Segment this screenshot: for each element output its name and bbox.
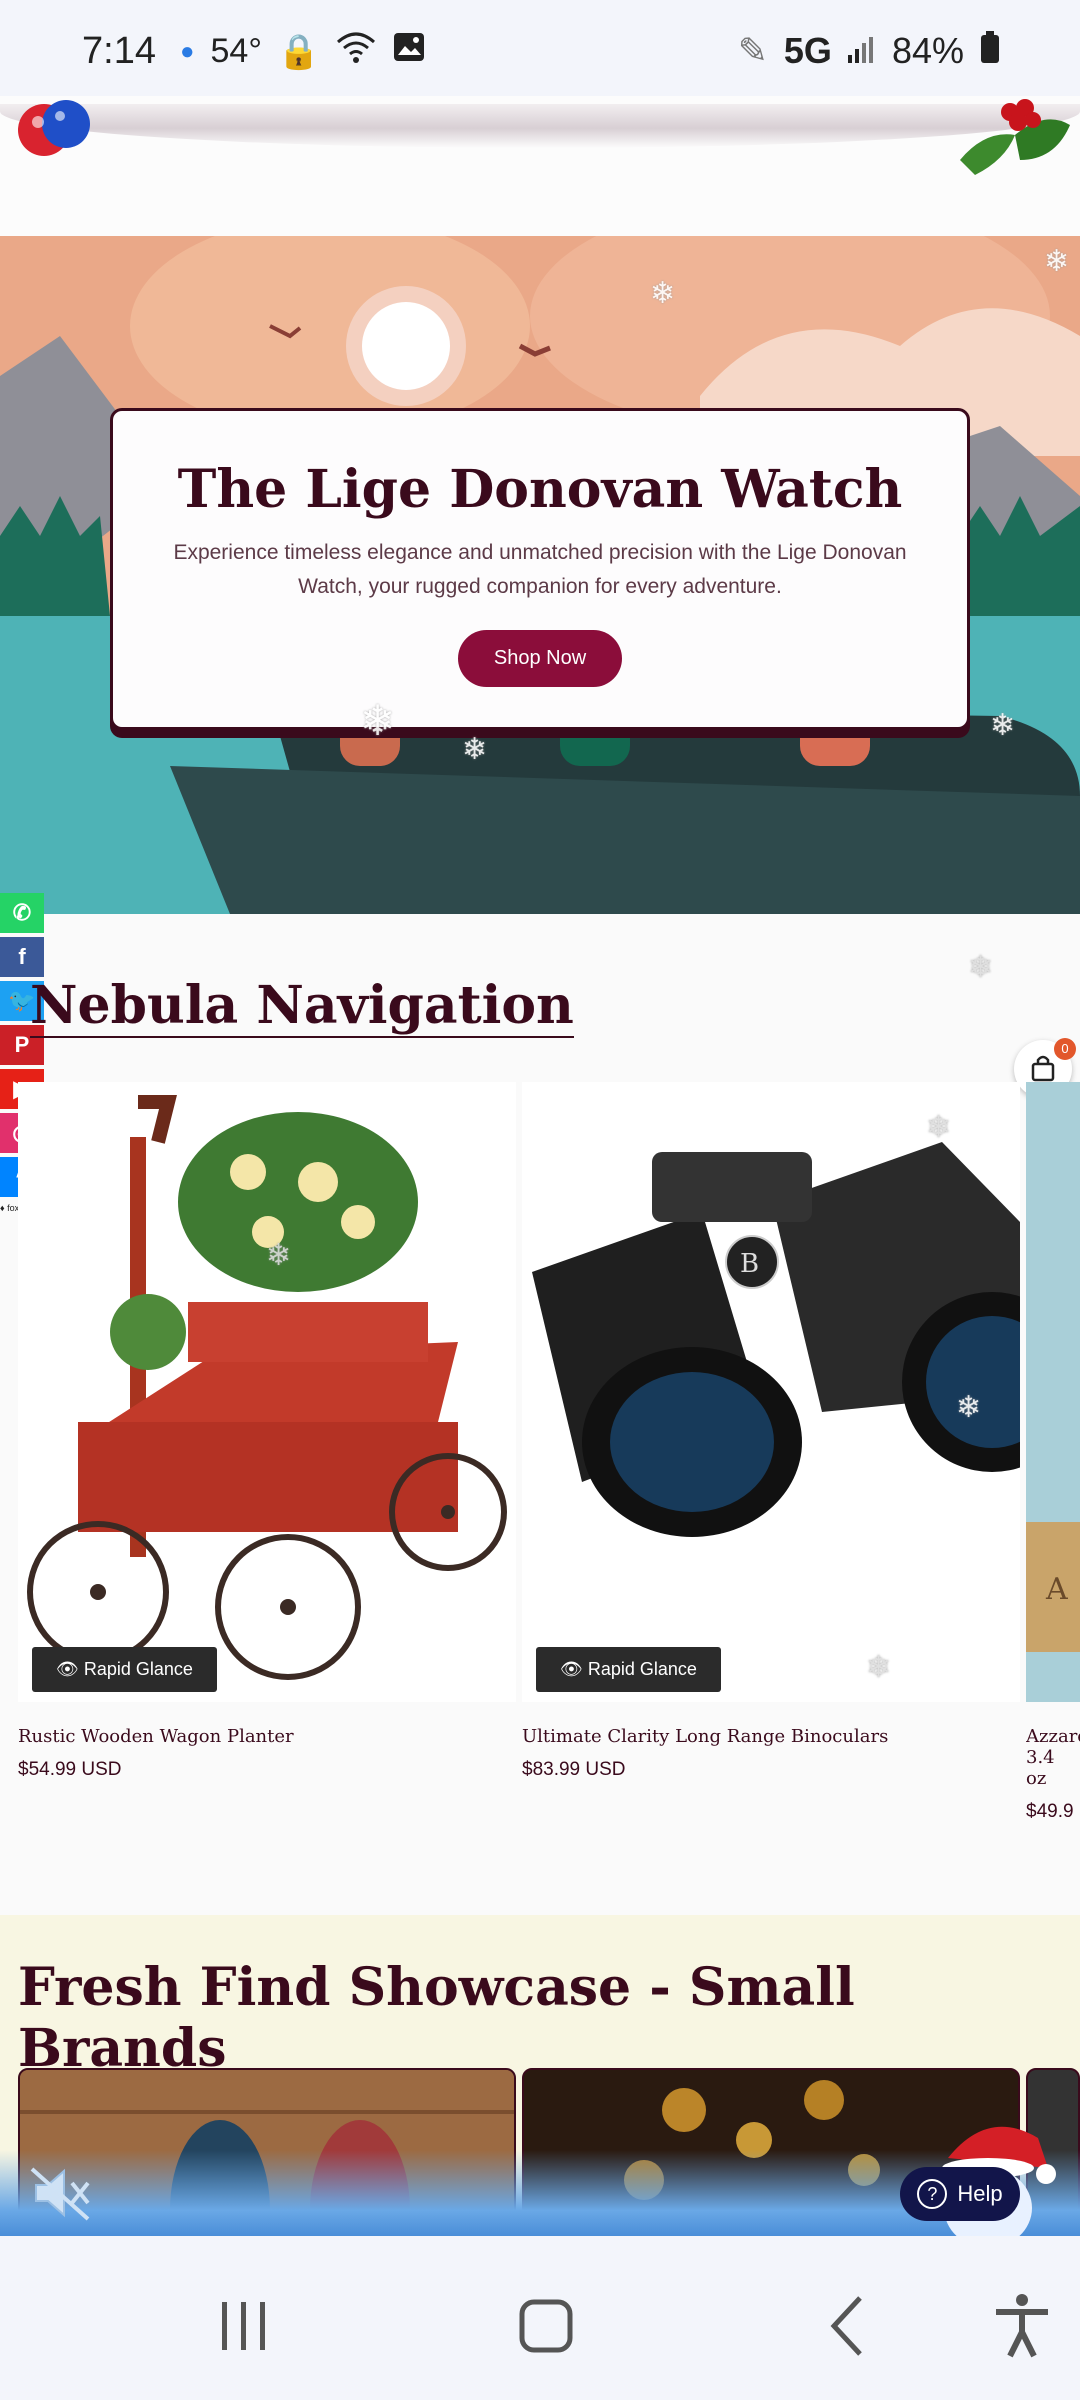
showcase-title: Fresh Find Showcase - Small Brands: [18, 1957, 855, 2079]
recent-apps-icon[interactable]: [204, 2286, 284, 2366]
weather-icon: ●: [180, 37, 195, 65]
snowflake-icon: ❄: [1044, 245, 1070, 278]
product-price: $83.99 USD: [522, 1759, 626, 1780]
snowflake-icon: ❄: [360, 697, 396, 744]
snowflake-icon: ❄: [866, 1651, 892, 1684]
hero-card: The Lige Donovan Watch Experience timele…: [110, 408, 970, 730]
help-button[interactable]: ? Help: [900, 2167, 1020, 2221]
snowflake-icon: ❄: [462, 733, 488, 766]
home-icon[interactable]: [506, 2286, 586, 2366]
product-image[interactable]: B 👁 Rapid Glance: [522, 1082, 1020, 1702]
cart-count-badge: 0: [1054, 1038, 1076, 1060]
wifi-icon: [336, 30, 376, 73]
snowflake-icon: ❄: [650, 277, 676, 310]
snowflake-icon: ❄: [990, 709, 1016, 742]
product-card[interactable]: A Azzaro 3.4 oz $49.9: [1026, 1082, 1080, 1823]
product-name[interactable]: Rustic Wooden Wagon Planter: [18, 1726, 516, 1747]
product-card[interactable]: B 👁 Rapid Glance Ultimate Clarity Long R…: [522, 1082, 1020, 1781]
product-name-line2: 3.4 oz: [1026, 1747, 1055, 1789]
hero-description: Experience timeless elegance and unmatch…: [173, 541, 907, 598]
mute-icon[interactable]: [28, 2165, 94, 2221]
back-icon[interactable]: [808, 2286, 888, 2366]
hero-title: The Lige Donovan Watch: [177, 459, 903, 520]
product-price: $49.9: [1026, 1801, 1074, 1822]
eye-icon: 👁: [56, 1659, 84, 1679]
status-right-icons: ✎ 5G 84%: [738, 30, 1000, 72]
accessibility-icon[interactable]: [982, 2286, 1062, 2366]
perfume-box-letter: A: [1046, 1572, 1068, 1607]
rapid-glance-button[interactable]: 👁 Rapid Glance: [536, 1647, 721, 1692]
product-image[interactable]: 👁 Rapid Glance: [18, 1082, 516, 1702]
lock-icon: 🔒: [277, 32, 321, 71]
question-icon: ?: [917, 2179, 948, 2209]
product-name[interactable]: Azzaro: [1026, 1726, 1080, 1747]
signal-icon: [847, 30, 876, 72]
holly-icon: [960, 99, 1070, 175]
temperature: 54°: [210, 32, 262, 70]
network-label: 5G: [783, 30, 832, 71]
whatsapp-icon[interactable]: ✆: [0, 893, 44, 933]
product-name[interactable]: Ultimate Clarity Long Range Binoculars: [522, 1726, 1020, 1747]
eye-icon: 👁: [560, 1659, 588, 1679]
rapid-glance-button[interactable]: 👁 Rapid Glance: [32, 1647, 217, 1692]
ornament-icon: [18, 100, 90, 156]
snowflake-icon: ❄: [266, 1239, 292, 1272]
snowflake-icon: ❄: [926, 1111, 952, 1144]
header-strip: [0, 96, 1080, 236]
status-bar: 7:14 ● 54° 🔒 ✎ 5G 84%: [0, 0, 1080, 96]
binoculars-image: B: [522, 1082, 1020, 1702]
snowflake-icon: ❄: [956, 1391, 982, 1424]
rapid-glance-label: Rapid Glance: [587, 1659, 697, 1679]
help-label: Help: [957, 2181, 1003, 2206]
rapid-glance-label: Rapid Glance: [83, 1659, 193, 1679]
product-card[interactable]: 👁 Rapid Glance Rustic Wooden Wagon Plant…: [18, 1082, 516, 1781]
battery-icon: [980, 30, 1000, 72]
shop-now-button[interactable]: Shop Now: [457, 630, 623, 687]
battery-level: 84%: [891, 30, 964, 71]
product-image[interactable]: A: [1026, 1082, 1080, 1702]
nebula-section-title[interactable]: Nebula Navigation: [30, 975, 574, 1038]
pencil-icon: ✎: [737, 30, 768, 71]
status-left-icons: ● 54° 🔒: [180, 30, 426, 73]
snow-garland: [0, 104, 1080, 148]
svg-text:B: B: [740, 1249, 759, 1279]
facebook-icon[interactable]: f: [0, 937, 44, 977]
wagon-planter-image: [18, 1082, 516, 1702]
snowflake-icon: ❄: [968, 951, 994, 984]
status-time: 7:14: [82, 30, 156, 72]
image-icon: [392, 31, 426, 72]
hero-banner: The Lige Donovan Watch Experience timele…: [0, 236, 1080, 914]
product-price: $54.99 USD: [18, 1759, 122, 1780]
navigation-bar: [0, 2236, 1080, 2400]
